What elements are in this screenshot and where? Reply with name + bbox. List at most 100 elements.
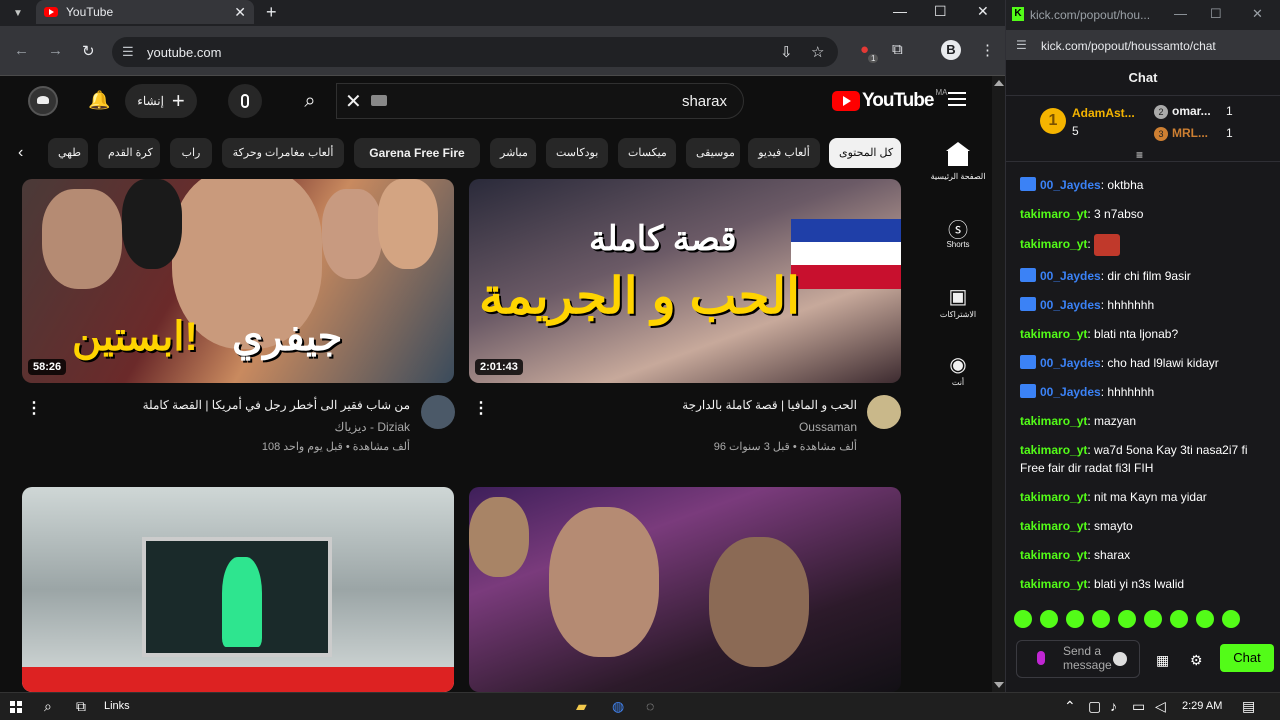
gift-icon[interactable]: ▦ bbox=[1156, 652, 1169, 669]
emote-icon[interactable] bbox=[1170, 610, 1188, 628]
channel-avatar[interactable] bbox=[421, 395, 455, 429]
emoji-icon[interactable] bbox=[1113, 652, 1127, 666]
create-button[interactable]: إنشاء + bbox=[125, 84, 197, 118]
voice-search-button[interactable] bbox=[228, 84, 262, 118]
video-title[interactable]: من شاب فقير الى أخطر رجل في أمريكا | الق… bbox=[100, 398, 410, 412]
forward-icon[interactable]: → bbox=[48, 42, 63, 59]
chat-username[interactable]: takimaro_yt bbox=[1020, 207, 1087, 221]
emote-icon[interactable] bbox=[1040, 610, 1058, 628]
chip-all[interactable]: كل المحتوى bbox=[829, 138, 901, 168]
video-thumbnail[interactable] bbox=[22, 487, 454, 692]
rail-subscriptions[interactable]: ▣ الاشتراكات bbox=[916, 284, 1000, 319]
emote-icon[interactable] bbox=[1118, 610, 1136, 628]
chrome-icon[interactable]: ◍ bbox=[612, 698, 624, 715]
notifications-bell-icon[interactable]: 🔔 bbox=[88, 90, 110, 111]
tab-search-icon[interactable]: ▼ bbox=[9, 4, 27, 22]
chat-input[interactable]: Send a message bbox=[1016, 640, 1140, 678]
microphone-icon[interactable] bbox=[1037, 651, 1045, 665]
emote-icon[interactable] bbox=[1066, 610, 1084, 628]
chip-music[interactable]: موسيقى bbox=[686, 138, 740, 168]
extensions-puzzle-icon[interactable]: ⧉ bbox=[892, 41, 903, 58]
youtube-logo[interactable]: YouTube MA bbox=[832, 88, 947, 112]
notifications-icon[interactable]: ▤ bbox=[1242, 698, 1255, 715]
chip-adventure-games[interactable]: ألعاب مغامرات وحركة bbox=[222, 138, 344, 168]
new-tab-icon[interactable]: + bbox=[266, 2, 277, 23]
chip-cooking[interactable]: طهي bbox=[48, 138, 88, 168]
more-options-icon[interactable]: ⋮ bbox=[26, 398, 42, 418]
chat-username[interactable]: 00_Jaydes bbox=[1040, 269, 1101, 283]
hamburger-menu-icon[interactable] bbox=[948, 92, 966, 106]
chat-username[interactable]: takimaro_yt bbox=[1020, 490, 1087, 504]
emote-icon[interactable] bbox=[1144, 610, 1162, 628]
chat-username[interactable]: takimaro_yt bbox=[1020, 577, 1087, 591]
channel-avatar[interactable] bbox=[867, 395, 901, 429]
chat-username[interactable]: takimaro_yt bbox=[1020, 519, 1087, 533]
site-settings-icon[interactable]: ☰ bbox=[1016, 38, 1027, 52]
chat-username[interactable]: 00_Jaydes bbox=[1040, 298, 1101, 312]
gifter-name[interactable]: MRL... bbox=[1172, 126, 1208, 140]
search-button[interactable]: ⌕ bbox=[288, 83, 332, 119]
chip-video-games[interactable]: ألعاب فيديو bbox=[748, 138, 820, 168]
back-icon[interactable]: ← bbox=[14, 42, 29, 59]
emote-icon[interactable] bbox=[1092, 610, 1110, 628]
chip-rap[interactable]: راب bbox=[170, 138, 212, 168]
maximize-icon[interactable]: ☐ bbox=[1210, 6, 1222, 22]
volume-icon[interactable]: ◁ bbox=[1155, 698, 1166, 715]
app-icon[interactable]: ◌ bbox=[646, 698, 654, 714]
chat-username[interactable]: 00_Jaydes bbox=[1040, 356, 1101, 370]
links-toolbar[interactable]: Links bbox=[104, 700, 130, 712]
chip-football[interactable]: كرة القدم bbox=[98, 138, 160, 168]
search-icon[interactable]: ⌕ bbox=[44, 698, 52, 715]
emote-icon[interactable] bbox=[1196, 610, 1214, 628]
reload-icon[interactable]: ↻ bbox=[82, 42, 95, 60]
scroll-down-icon[interactable] bbox=[994, 682, 1004, 688]
chevron-up-icon[interactable]: ⌃ bbox=[1064, 698, 1076, 715]
account-avatar[interactable] bbox=[28, 86, 58, 116]
scroll-up-icon[interactable] bbox=[994, 80, 1004, 86]
collapse-icon[interactable]: ≡ bbox=[1136, 148, 1143, 162]
video-thumbnail[interactable]: جيفري ابستين! 58:26 bbox=[22, 179, 454, 383]
tab-youtube[interactable]: YouTube ✕ bbox=[36, 0, 254, 24]
chat-username[interactable]: 00_Jaydes bbox=[1040, 385, 1101, 399]
bookmark-star-icon[interactable]: ☆ bbox=[811, 43, 824, 61]
tray-icon[interactable]: ▢ bbox=[1088, 698, 1101, 715]
close-window-icon[interactable]: ✕ bbox=[977, 3, 989, 20]
network-icon[interactable]: ▭ bbox=[1132, 698, 1145, 715]
close-tab-icon[interactable]: ✕ bbox=[234, 4, 246, 21]
chat-username[interactable]: takimaro_yt bbox=[1020, 443, 1087, 457]
page-scrollbar[interactable] bbox=[992, 76, 1005, 692]
keyboard-icon[interactable] bbox=[371, 95, 387, 106]
clock[interactable]: 2:29 AM bbox=[1182, 700, 1222, 712]
video-title[interactable]: الحب و المافيا | قصة كاملة بالدارجة bbox=[560, 398, 857, 412]
gifter-name[interactable]: AdamAst... bbox=[1072, 106, 1135, 120]
rail-home[interactable]: الصفحة الرئيسية bbox=[916, 142, 1000, 181]
file-explorer-icon[interactable]: ▰ bbox=[576, 698, 587, 715]
channel-name[interactable]: ديزياك - Diziak bbox=[100, 420, 410, 434]
chat-username[interactable]: takimaro_yt bbox=[1020, 327, 1087, 341]
windows-start-icon[interactable] bbox=[10, 701, 22, 713]
chevron-left-icon[interactable]: ‹ bbox=[18, 144, 23, 162]
install-icon[interactable]: ⇩ bbox=[780, 43, 793, 61]
maximize-icon[interactable]: ☐ bbox=[934, 3, 947, 20]
chat-username[interactable]: takimaro_yt bbox=[1020, 414, 1087, 428]
menu-dots-icon[interactable]: ⋮ bbox=[980, 41, 995, 59]
video-thumbnail[interactable] bbox=[469, 487, 901, 692]
more-options-icon[interactable]: ⋮ bbox=[473, 398, 489, 418]
task-view-icon[interactable]: ⧉ bbox=[76, 698, 86, 715]
rail-you[interactable]: ◉ أنت bbox=[916, 352, 1000, 387]
channel-name[interactable]: Oussaman bbox=[560, 420, 857, 434]
rail-shorts[interactable]: ⓢ Shorts bbox=[916, 214, 1000, 249]
gifter-name[interactable]: omar... bbox=[1172, 104, 1211, 118]
emote-icon[interactable] bbox=[1222, 610, 1240, 628]
minimize-icon[interactable]: — bbox=[1174, 6, 1187, 21]
video-thumbnail[interactable]: قصة كاملة الحب و الجريمة 2:01:43 bbox=[469, 179, 901, 383]
chat-username[interactable]: takimaro_yt bbox=[1020, 548, 1087, 562]
chip-podcasts[interactable]: بودكاست bbox=[546, 138, 608, 168]
chat-send-button[interactable]: Chat bbox=[1220, 644, 1274, 672]
profile-avatar[interactable]: B bbox=[941, 40, 961, 60]
gear-icon[interactable]: ⚙ bbox=[1190, 652, 1203, 669]
clear-search-icon[interactable]: ✕ bbox=[345, 89, 362, 114]
minimize-icon[interactable]: — bbox=[893, 3, 907, 19]
site-settings-icon[interactable]: ☰ bbox=[122, 44, 134, 60]
emote-icon[interactable] bbox=[1014, 610, 1032, 628]
